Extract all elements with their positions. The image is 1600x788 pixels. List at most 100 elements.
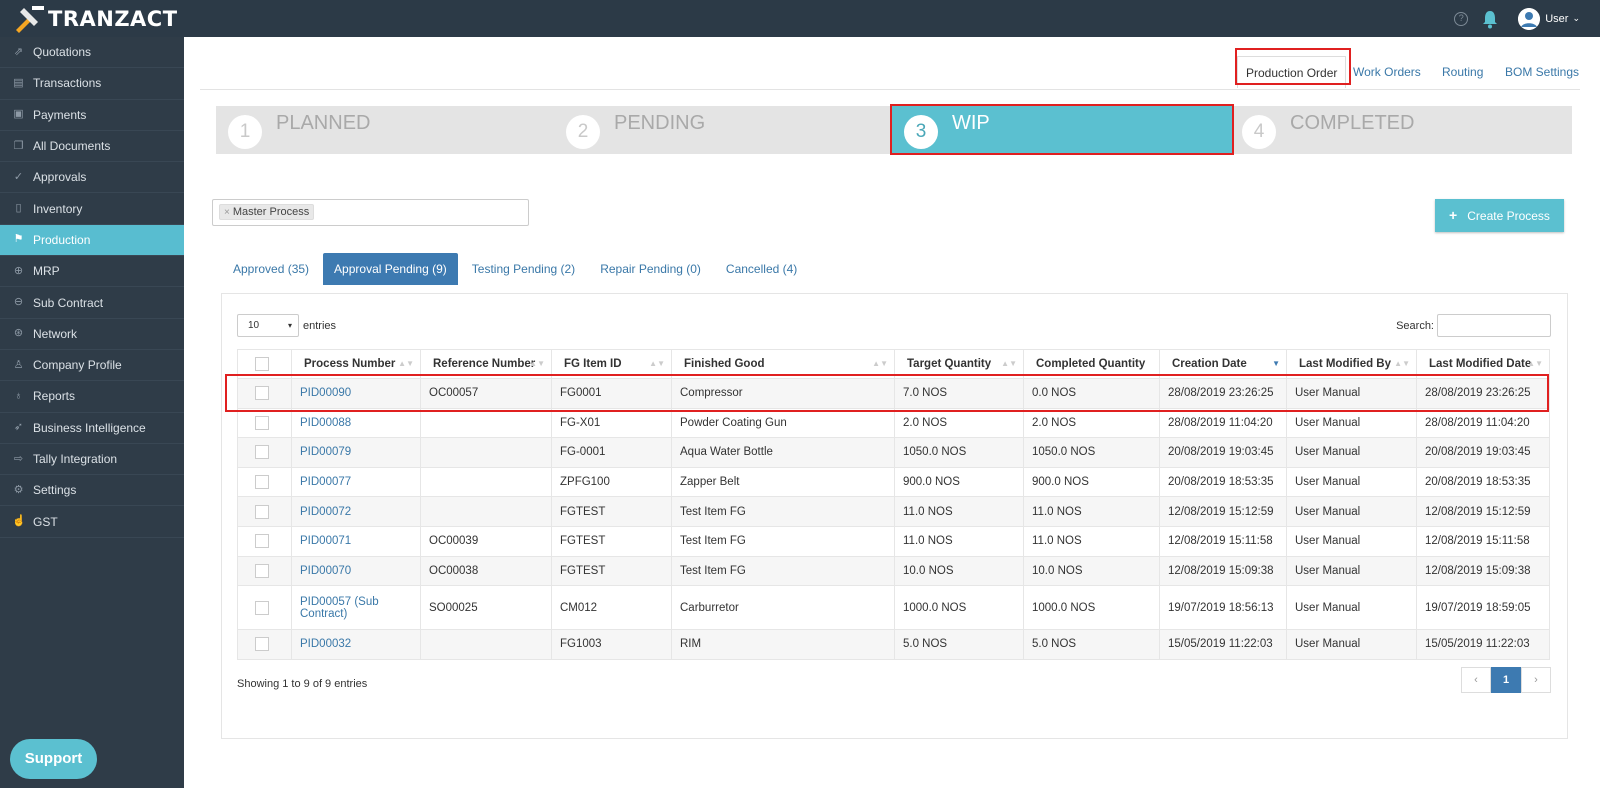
tab-repair-pending[interactable]: Repair Pending (0) xyxy=(589,253,712,285)
row-checkbox[interactable] xyxy=(255,445,269,460)
row-checkbox[interactable] xyxy=(255,534,269,549)
chevron-down-icon[interactable]: ⌄ xyxy=(1572,13,1580,24)
sidebar-item-quotations[interactable]: ⇗ Quotations xyxy=(0,37,184,69)
row-checkbox[interactable] xyxy=(255,504,269,519)
user-menu-label[interactable]: User xyxy=(1545,13,1568,25)
brand-logo[interactable]: TRANZACT xyxy=(14,3,178,34)
table-row[interactable]: PID00077 ZPFG100 Zapper Belt 900.0 NOS 900.0… xyxy=(237,466,1550,498)
row-checkbox[interactable] xyxy=(255,386,269,401)
table-row[interactable]: PID00057 (Sub Contract) SO00025 CM012 Carbu… xyxy=(237,585,1550,631)
tab-testing-pending[interactable]: Testing Pending (2) xyxy=(461,253,586,285)
sidebar-item-tally-integration[interactable]: ⇨ Tally Integration xyxy=(0,444,184,476)
col-creation-date[interactable]: Creation Date ▼ xyxy=(1159,349,1287,379)
select-all-header[interactable] xyxy=(237,349,292,379)
process-number-link[interactable]: PID00071 xyxy=(291,525,421,557)
table-row[interactable]: PID00090 OC00057 FG0001 Compressor 7.0 NOS 0.… xyxy=(237,378,1550,409)
row-checkbox[interactable] xyxy=(255,563,269,578)
table-row[interactable]: PID00032 FG1003 RIM 5.0 NOS 5.0 NOS 15/05/201… xyxy=(237,629,1550,660)
support-button[interactable]: Support xyxy=(10,739,97,779)
process-number-link[interactable]: PID00079 xyxy=(291,437,421,468)
tab-approval-pending[interactable]: Approval Pending (9) xyxy=(323,253,458,285)
table-cell-creation-date: 28/08/2019 23:26:25 xyxy=(1159,378,1287,409)
row-select-cell[interactable] xyxy=(237,437,292,468)
step-pending[interactable]: 2 PENDING xyxy=(554,106,894,154)
sidebar-item-mrp[interactable]: ⊕ MRP xyxy=(0,256,184,288)
pagination-prev-icon[interactable]: ‹ xyxy=(1461,667,1491,693)
row-checkbox[interactable] xyxy=(255,415,269,430)
process-steps: 1 PLANNED 2 PENDING 3 WIP 4 COMPLETED xyxy=(216,106,1572,154)
sidebar-item-business-intelligence[interactable]: ➶ Business Intelligence xyxy=(0,413,184,444)
process-number-link[interactable]: PID00072 xyxy=(291,496,421,527)
search-input[interactable] xyxy=(1437,314,1551,337)
col-last-modified-by[interactable]: Last Modified By ▲▼ xyxy=(1286,349,1417,379)
process-number-link[interactable]: PID00088 xyxy=(291,407,421,439)
row-select-cell[interactable] xyxy=(237,407,292,439)
filter-chip[interactable]: × Master Process xyxy=(219,204,315,220)
table-row[interactable]: PID00070 OC00038 FGTEST Test Item FG 10.0 NO… xyxy=(237,555,1550,587)
step-wip[interactable]: 3 WIP xyxy=(892,106,1232,154)
remove-chip-icon[interactable]: × xyxy=(224,207,230,218)
select-all-checkbox[interactable] xyxy=(255,357,269,371)
process-number-link[interactable]: PID00057 (Sub Contract) xyxy=(291,585,421,631)
table-cell-creation-date: 20/08/2019 18:53:35 xyxy=(1159,466,1287,498)
row-select-cell[interactable] xyxy=(237,555,292,587)
step-completed[interactable]: 4 COMPLETED xyxy=(1230,106,1572,154)
tab-cancelled[interactable]: Cancelled (4) xyxy=(715,253,808,285)
row-select-cell[interactable] xyxy=(237,466,292,498)
row-select-cell[interactable] xyxy=(237,525,292,557)
tab-production-order[interactable]: Production Order xyxy=(1237,56,1347,88)
pagination-next-icon[interactable]: › xyxy=(1521,667,1551,693)
sidebar-item-payments[interactable]: ▣ Payments xyxy=(0,100,184,131)
row-checkbox[interactable] xyxy=(255,475,269,490)
table-row[interactable]: PID00072 FGTEST Test Item FG 11.0 NOS 11.0 N… xyxy=(237,496,1550,527)
entries-label: entries xyxy=(303,319,337,332)
tab-work-orders[interactable]: Work Orders xyxy=(1353,65,1421,79)
col-completed-quantity[interactable]: Completed Quantity xyxy=(1023,349,1160,379)
entries-select[interactable]: 10 ▾ xyxy=(237,314,299,337)
sidebar-item-inventory[interactable]: ▯ Inventory xyxy=(0,193,184,225)
row-select-cell[interactable] xyxy=(237,378,292,409)
sidebar-item-settings[interactable]: ⚙ Settings xyxy=(0,475,184,507)
process-number-link[interactable]: PID00070 xyxy=(291,555,421,587)
process-number-link[interactable]: PID00077 xyxy=(291,466,421,498)
user-avatar-icon[interactable] xyxy=(1518,7,1541,30)
sidebar-item-approvals[interactable]: ✓ Approvals xyxy=(0,162,184,194)
sidebar-item-reports[interactable]: ♁ Reports xyxy=(0,381,184,413)
sidebar-item-network[interactable]: ⊛ Network xyxy=(0,319,184,350)
row-select-cell[interactable] xyxy=(237,496,292,527)
sidebar-item-label: Payments xyxy=(33,107,87,122)
row-select-cell[interactable] xyxy=(237,629,292,660)
row-checkbox[interactable] xyxy=(255,637,269,652)
col-reference-number[interactable]: Reference Number ▲▼ xyxy=(420,349,552,379)
row-select-cell[interactable] xyxy=(237,585,292,631)
tab-approved[interactable]: Approved (35) xyxy=(222,253,320,285)
sidebar-item-transactions[interactable]: ▤ Transactions xyxy=(0,68,184,100)
tab-routing[interactable]: Routing xyxy=(1442,65,1483,79)
table-row[interactable]: PID00071 OC00039 FGTEST Test Item FG 11.0 NO… xyxy=(237,525,1550,557)
col-finished-good[interactable]: Finished Good ▲▼ xyxy=(671,349,895,379)
notification-bell-icon[interactable] xyxy=(1482,9,1498,29)
table-row[interactable]: PID00088 FG-X01 Powder Coating Gun 2.0 NOS 2… xyxy=(237,407,1550,439)
col-process-number[interactable]: Process Number ▲▼ xyxy=(291,349,421,379)
table-row[interactable]: PID00079 FG-0001 Aqua Water Bottle 1050.0 N… xyxy=(237,437,1550,468)
step-planned[interactable]: 1 PLANNED xyxy=(216,106,556,154)
entries-value: 10 xyxy=(248,320,260,331)
col-target-quantity[interactable]: Target Quantity ▲▼ xyxy=(894,349,1024,379)
create-process-button[interactable]: + Create Process xyxy=(1435,199,1564,232)
process-number-link[interactable]: PID00032 xyxy=(291,629,421,660)
process-number-link[interactable]: PID00090 xyxy=(291,378,421,409)
col-fg-item-id[interactable]: FG Item ID ▲▼ xyxy=(551,349,672,379)
help-icon[interactable]: ? xyxy=(1454,11,1469,26)
pagination-page[interactable]: 1 xyxy=(1491,667,1521,693)
sidebar-item-sub-contract[interactable]: ⊖ Sub Contract xyxy=(0,287,184,319)
sidebar-item-all-documents[interactable]: ❐ All Documents xyxy=(0,131,184,163)
sidebar-item-gst[interactable]: ☝ GST xyxy=(0,506,184,538)
tab-bom-settings[interactable]: BOM Settings xyxy=(1505,65,1579,79)
col-last-modified-date[interactable]: Last Modified Date ▲▼ xyxy=(1416,349,1550,379)
sidebar-item-production[interactable]: ⚑ Production xyxy=(0,224,184,257)
row-checkbox[interactable] xyxy=(255,600,269,615)
sidebar-item-company-profile[interactable]: ♙ Company Profile xyxy=(0,350,184,382)
sidebar-item-label: Approvals xyxy=(33,170,87,185)
table-cell-reference-number xyxy=(420,466,552,498)
process-filter-input[interactable]: × Master Process xyxy=(212,199,529,226)
